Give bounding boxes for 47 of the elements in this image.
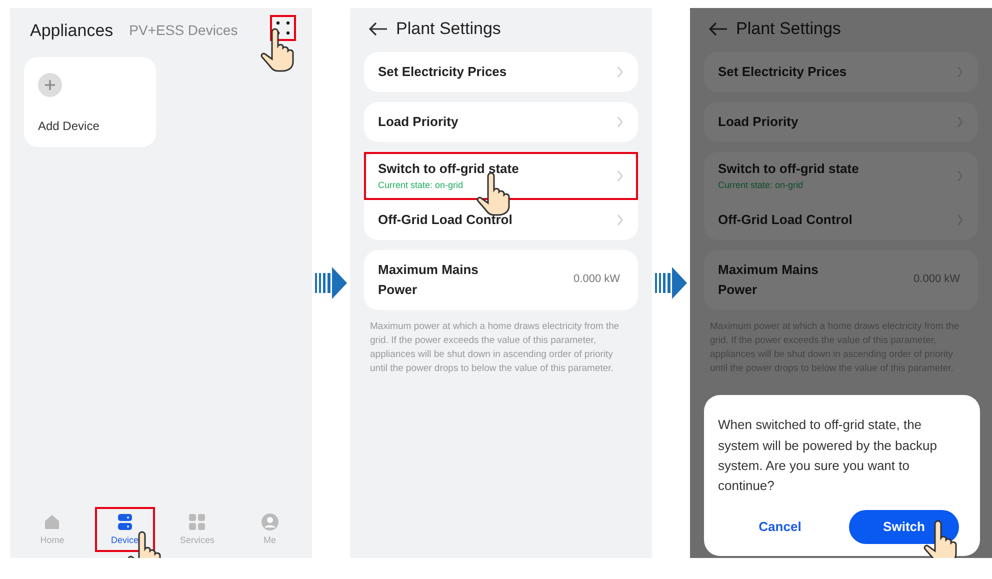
right-arrow-icon [315, 267, 347, 299]
row-label: Switch to off-grid state [378, 160, 519, 178]
status-text: Current state: on-grid [718, 178, 804, 192]
cancel-button[interactable]: Cancel [725, 510, 835, 544]
settings-row[interactable]: Maximum Mains Power 0.000 kW [364, 250, 638, 310]
page-title: Plant Settings [396, 18, 501, 40]
row-label: Switch to off-grid state [718, 160, 859, 178]
hand-pointer-icon [260, 28, 294, 72]
settings-row[interactable]: Maximum Mains Power 0.000 kW [704, 250, 978, 310]
switch-button[interactable]: Switch [849, 510, 959, 544]
settings-row[interactable]: Switch to off-grid state Current state: on-grid [364, 152, 638, 200]
settings-row[interactable]: Off-Grid Load Control [364, 200, 638, 240]
row-label: Load Priority [378, 112, 458, 131]
right-arrow-icon [655, 267, 687, 299]
description-text: Maximum power at which a home draws electricity from the grid. If the power exceeds the value of this parameter, appliances will be shut down in ascending order of priority until the power drops to below the value of this parameter. [370, 320, 620, 376]
settings-row[interactable]: Load Priority [364, 102, 638, 142]
status-text: Current state: on-grid [378, 178, 464, 192]
chevron-right-icon [616, 116, 624, 128]
back-icon[interactable] [368, 20, 388, 37]
page-title: Appliances [30, 20, 114, 42]
add-device-card[interactable]: Add Device [24, 57, 156, 147]
settings-row[interactable]: Set Electricity Prices [364, 52, 638, 92]
chevron-right-icon [616, 170, 624, 182]
row-label: Off-Grid Load Control [378, 210, 512, 229]
grid-icon [187, 512, 208, 532]
row-label: Set Electricity Prices [718, 62, 847, 81]
plus-icon [38, 73, 62, 97]
chevron-right-icon [616, 66, 624, 78]
page-title: Plant Settings [736, 18, 841, 40]
row-label: Maximum Mains Power [378, 261, 480, 298]
profile-icon [260, 512, 280, 532]
device-category-label: PV+ESS Devices [129, 21, 238, 40]
row-label: Set Electricity Prices [378, 62, 507, 81]
row-label: Off-Grid Load Control [718, 210, 852, 229]
settings-row[interactable]: Off-Grid Load Control [704, 200, 978, 240]
card-label: Add Device [38, 118, 100, 135]
nav-tab[interactable]: Device [96, 508, 153, 550]
settings-row[interactable]: Switch to off-grid state Current state: on-grid [704, 152, 978, 200]
hand-pointer-icon [923, 520, 957, 558]
chevron-right-icon [616, 214, 624, 226]
settings-row[interactable]: Set Electricity Prices [704, 52, 978, 92]
settings-row[interactable]: Load Priority [704, 102, 978, 142]
row-label: Maximum Mains Power [718, 261, 820, 298]
dialog-message: When switched to off-grid state, the system will be powered by the backup system. Are you sure you want to continue? [718, 416, 938, 495]
value-text: 0.000 kW [574, 272, 620, 288]
value-text: 0.000 kW [914, 272, 960, 288]
row-label: Load Priority [718, 112, 798, 131]
